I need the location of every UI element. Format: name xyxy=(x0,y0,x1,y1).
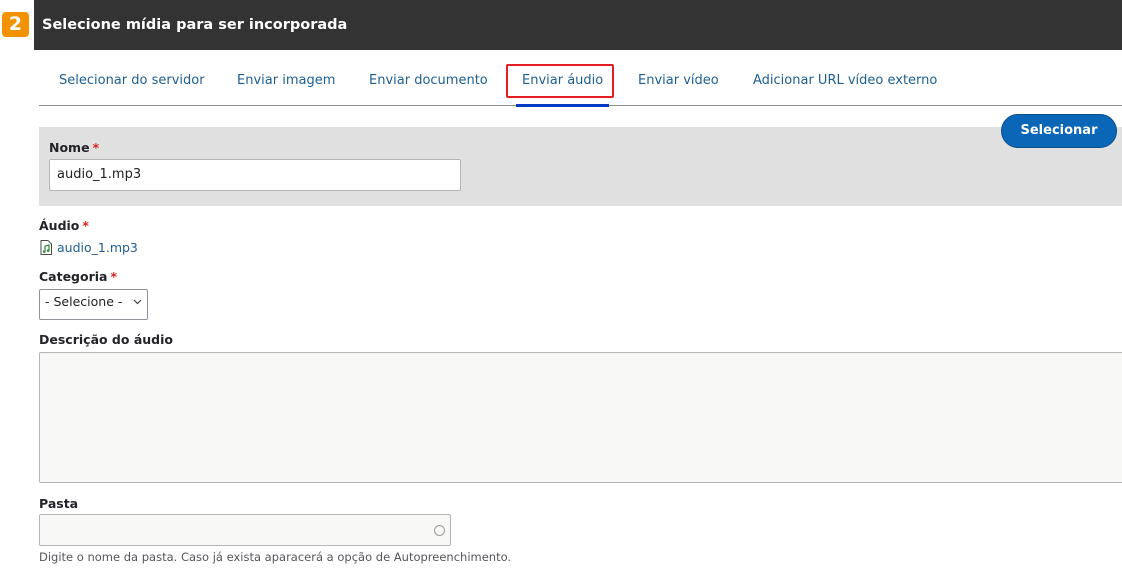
audio-file-name: audio_1.mp3 xyxy=(57,239,138,255)
media-tabs: Selecionar do servidor Enviar imagem Env… xyxy=(39,62,1122,107)
step-number-badge: 2 xyxy=(2,12,29,37)
folder-help-text: Digite o nome da pasta. Caso já exista a… xyxy=(39,550,512,564)
folder-autocomplete-input[interactable] xyxy=(39,514,451,546)
dialog-title: Selecione mídia para ser incorporada xyxy=(34,0,1122,50)
tab-select-from-server[interactable]: Selecionar do servidor xyxy=(59,62,205,105)
select-button[interactable]: Selecionar xyxy=(1001,114,1117,148)
folder-label: Pasta xyxy=(39,496,79,511)
description-label: Descrição do áudio xyxy=(39,332,173,347)
chevron-down-icon xyxy=(133,299,142,305)
tab-upload-audio[interactable]: Enviar áudio xyxy=(515,62,610,107)
description-textarea[interactable] xyxy=(39,352,1122,483)
audio-file-link[interactable]: audio_1.mp3 xyxy=(40,238,138,256)
category-label: Categoria * xyxy=(39,269,118,284)
tab-add-external-video-url[interactable]: Adicionar URL vídeo externo xyxy=(753,62,937,105)
category-select[interactable]: - Selecione - xyxy=(39,289,148,320)
tab-upload-document[interactable]: Enviar documento xyxy=(369,62,488,105)
name-label: Nome * xyxy=(49,140,100,155)
required-mark: * xyxy=(110,269,118,284)
name-input[interactable]: audio_1.mp3 xyxy=(49,159,461,191)
audio-label: Áudio * xyxy=(39,218,89,233)
audio-file-icon xyxy=(40,239,52,255)
category-selected-value: - Selecione - xyxy=(45,294,123,309)
autocomplete-throbber-icon xyxy=(434,525,445,536)
tab-upload-image[interactable]: Enviar imagem xyxy=(237,62,335,105)
name-panel: Nome * audio_1.mp3 xyxy=(39,127,1122,206)
required-mark: * xyxy=(92,140,100,155)
tab-upload-video[interactable]: Enviar vídeo xyxy=(638,62,719,105)
required-mark: * xyxy=(82,218,89,233)
